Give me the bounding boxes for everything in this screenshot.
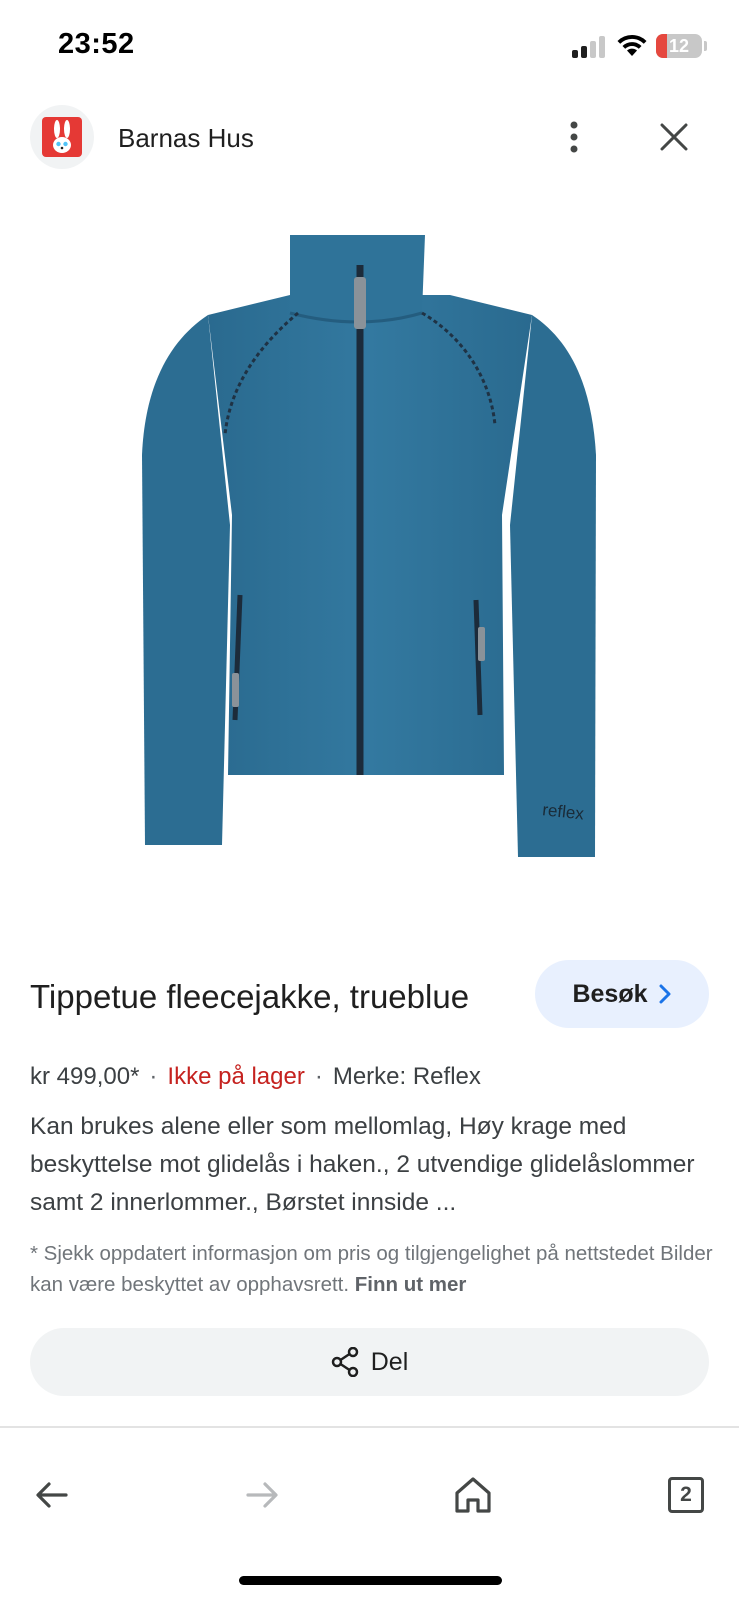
more-vert-icon[interactable] <box>554 115 594 159</box>
forward-arrow-icon[interactable] <box>232 1450 292 1540</box>
tabs-icon[interactable]: 2 <box>656 1450 716 1540</box>
wifi-icon <box>617 34 647 56</box>
visit-label: Besøk <box>572 979 648 1008</box>
close-icon[interactable] <box>652 115 696 159</box>
chevron-right-icon <box>659 984 671 1004</box>
price: kr 499,00* <box>30 1063 140 1090</box>
product-meta: kr 499,00* · Ikke på lager · Merke: Reflex <box>30 1063 481 1091</box>
learn-more-link[interactable]: Finn ut mer <box>355 1273 467 1296</box>
site-header: Barnas Hus <box>0 95 739 185</box>
disclaimer: * Sjekk oppdatert informasjon om pris og… <box>30 1238 720 1300</box>
brand: Merke: Reflex <box>332 1063 481 1090</box>
home-indicator[interactable] <box>239 1576 502 1585</box>
tab-count: 2 <box>680 1483 692 1506</box>
status-time: 23:52 <box>58 28 135 60</box>
status-bar: 23:52 12 <box>0 0 739 95</box>
home-icon[interactable] <box>443 1450 503 1540</box>
battery-level: 12 <box>668 36 690 56</box>
product-title: Tippetue fleecejakke, trueblue <box>30 978 470 1015</box>
back-arrow-icon[interactable] <box>22 1450 82 1540</box>
site-logo-icon[interactable] <box>30 105 94 169</box>
battery-cap <box>704 41 707 51</box>
battery-icon: 12 <box>656 34 702 58</box>
bottom-nav: 2 <box>0 1450 739 1540</box>
signal-icon <box>572 36 606 58</box>
fleece-jacket-image[interactable]: reflex <box>130 225 610 885</box>
separator: · <box>149 1063 158 1090</box>
share-icon <box>331 1347 358 1377</box>
separator: · <box>314 1063 323 1090</box>
divider <box>0 1426 739 1428</box>
share-label: Del <box>370 1347 409 1376</box>
share-button[interactable]: Del <box>30 1328 709 1396</box>
stock-status: Ikke på lager <box>167 1063 305 1090</box>
visit-button[interactable]: Besøk <box>535 960 709 1028</box>
product-description: Kan brukes alene eller som mellomlag, Hø… <box>30 1113 695 1216</box>
site-name[interactable]: Barnas Hus <box>118 123 254 154</box>
